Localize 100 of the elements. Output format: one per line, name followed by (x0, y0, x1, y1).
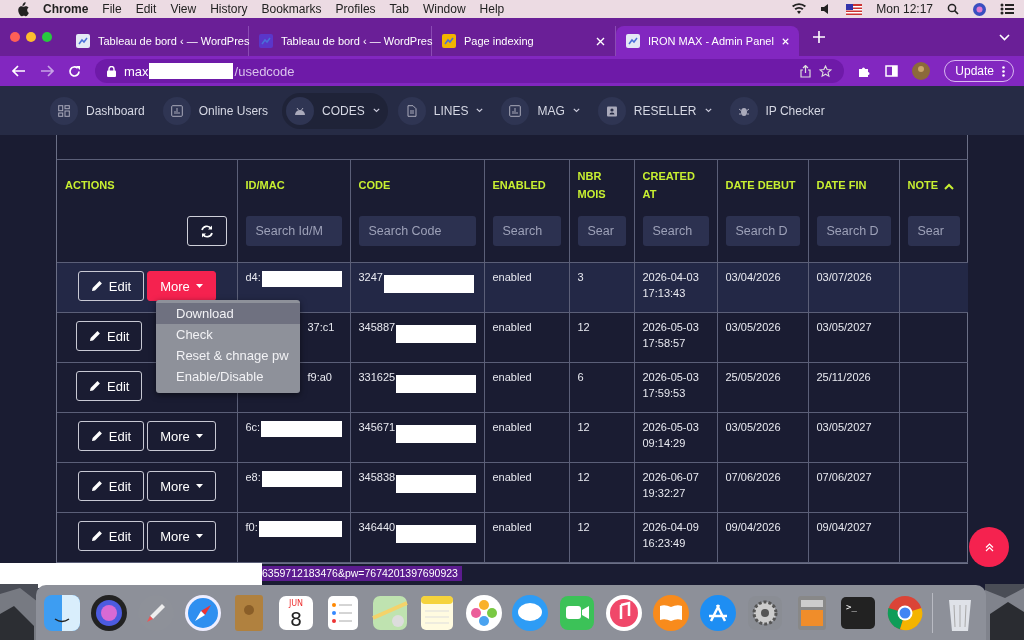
menu-item[interactable]: Bookmarks (261, 2, 322, 16)
share-icon[interactable] (800, 64, 812, 78)
table-cell: 03/07/2026 (816, 271, 872, 283)
status-url: 6359712183476&pw=7674201397690923 (262, 566, 462, 581)
column-header[interactable]: NBR MOIS (569, 159, 634, 212)
table-cell-text: 37:c1 (306, 321, 335, 333)
menu-item[interactable]: Profiles (335, 2, 376, 16)
finder-icon[interactable] (42, 592, 82, 633)
table-cell: 345887 (358, 321, 396, 333)
table-cell: f0: (245, 521, 258, 533)
maximize-window-button[interactable] (42, 32, 52, 42)
app-store-icon[interactable] (697, 592, 738, 633)
search-field[interactable]: Search (492, 216, 561, 246)
table-cell: 09/04/2026 (725, 521, 781, 533)
table-cell-text: 2026-05-03 (642, 371, 700, 383)
search-field[interactable]: Sear (907, 216, 960, 246)
star-icon[interactable] (819, 64, 833, 78)
reload-icon[interactable] (68, 64, 81, 78)
search-field[interactable]: Search D (725, 216, 800, 246)
column-header[interactable]: ENABLED (484, 159, 569, 212)
sort-up-icon[interactable] (944, 182, 955, 190)
caret-icon (195, 484, 203, 488)
menu-item[interactable]: Download (156, 303, 300, 324)
table-cell-text: 16:23:49 (642, 537, 687, 549)
edit-button[interactable]: Edit (77, 471, 145, 501)
menu-item[interactable]: Help (479, 2, 505, 16)
chart-icon (509, 104, 522, 117)
column-header[interactable]: ID/MAC (237, 159, 350, 212)
siri-icon[interactable] (88, 592, 129, 633)
more-button[interactable]: More (147, 421, 216, 451)
column-header[interactable]: CREATED AT (634, 159, 717, 212)
favicon-icon (626, 34, 640, 48)
app-name[interactable]: Chrome (43, 2, 89, 16)
back-icon[interactable] (12, 65, 26, 77)
kebab-icon (1002, 65, 1005, 77)
nav-item[interactable]: RESELLER (593, 92, 720, 129)
new-tab-icon[interactable] (813, 31, 825, 43)
address-field[interactable]: max /usedcode (95, 59, 845, 83)
search-field[interactable]: Search (642, 216, 709, 246)
menu-item[interactable]: History (210, 2, 248, 16)
forward-icon[interactable] (40, 65, 54, 77)
photos-icon[interactable] (463, 592, 504, 633)
close-icon[interactable] (596, 36, 605, 46)
scroll-top-button[interactable] (969, 527, 1009, 567)
edit-button[interactable]: Edit (77, 421, 145, 451)
minimize-window-button[interactable] (26, 32, 36, 42)
table-cell: 25/11/2026 (816, 371, 871, 383)
more-button[interactable]: More (147, 521, 216, 551)
menu-item[interactable]: Window (422, 2, 466, 16)
table-cell: enabled (492, 271, 532, 283)
siri-icon[interactable] (973, 2, 986, 16)
table-cell: 07/06/2026 (725, 471, 781, 483)
control-center-icon[interactable] (1000, 3, 1014, 15)
close-icon[interactable] (781, 36, 789, 46)
search-field[interactable]: Search Code (358, 216, 476, 246)
compass-icon[interactable] (182, 592, 223, 633)
avatar-icon[interactable] (912, 62, 931, 80)
music-icon[interactable] (604, 592, 645, 633)
messages-icon[interactable] (510, 592, 551, 633)
edit-button[interactable]: Edit (77, 521, 145, 551)
close-window-button[interactable] (10, 32, 20, 42)
nav-item[interactable]: MAG (497, 92, 588, 129)
refresh-button[interactable] (186, 216, 227, 246)
menu-item[interactable]: File (102, 2, 122, 16)
nav-item[interactable]: CODES (282, 92, 388, 129)
pencil-icon (89, 330, 102, 342)
column-header[interactable]: NOTE (899, 159, 968, 212)
menu-item[interactable]: Tab (389, 2, 409, 16)
column-header[interactable]: DATE FIN (808, 159, 899, 212)
table-cell: 346440 (358, 521, 396, 533)
menu-item[interactable]: View (170, 2, 197, 16)
more-button[interactable]: More (147, 271, 216, 301)
table-cell: 09/04/2027 (816, 521, 872, 533)
search-field[interactable]: Sear (577, 216, 626, 246)
menu-item[interactable]: Edit (135, 2, 157, 16)
books-icon[interactable] (650, 592, 691, 633)
table-cell: enabled (492, 371, 532, 383)
sidebar-icon[interactable] (885, 65, 899, 77)
edit-button[interactable]: Edit (77, 271, 145, 301)
table-cell-text: 17:59:53 (642, 387, 687, 399)
search-field[interactable]: Search D (816, 216, 891, 246)
wifi-icon[interactable] (792, 3, 807, 15)
edit-button[interactable]: Edit (76, 321, 143, 351)
clock[interactable]: Mon 12:17 (876, 2, 933, 16)
flag-icon[interactable] (846, 3, 863, 15)
chevron-down-icon[interactable] (999, 33, 1010, 41)
nav-item[interactable]: IP Checker (725, 92, 833, 129)
more-button[interactable]: More (147, 471, 216, 501)
nav-item[interactable]: Dashboard (46, 92, 153, 129)
browser-tab[interactable]: IRON MAX - Admin Panel (616, 26, 799, 56)
nav-item[interactable]: LINES (393, 92, 492, 129)
nav-item[interactable]: Online Users (158, 92, 277, 129)
search-icon[interactable] (947, 3, 959, 15)
search-field[interactable]: Search Id/M (245, 216, 342, 246)
apple-icon[interactable] (16, 1, 29, 17)
column-header[interactable]: ACTIONS (57, 159, 237, 212)
double-chevron-up-icon (984, 542, 994, 552)
column-header[interactable]: CODE (350, 159, 484, 212)
edit-button[interactable]: Edit (76, 371, 143, 401)
column-header[interactable]: DATE DEBUT (717, 159, 808, 212)
